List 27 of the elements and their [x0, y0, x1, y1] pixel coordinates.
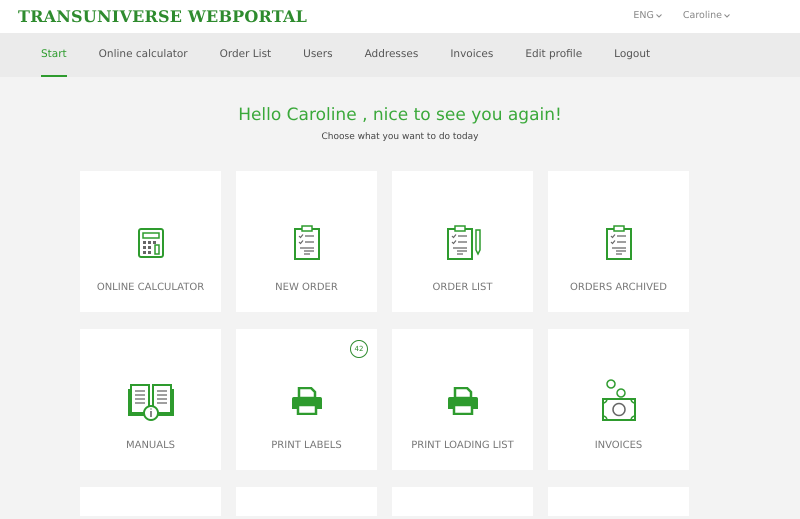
subtitle: Choose what you want to do today — [320, 130, 480, 144]
nav-tab[interactable]: Addresses — [364, 33, 418, 77]
menu-tile[interactable]: ORDER LIST — [392, 171, 533, 312]
nav-tab[interactable]: Start — [41, 33, 67, 77]
menu-tile[interactable]: ORDERS ARCHIVED — [548, 171, 689, 312]
printer-icon — [290, 387, 322, 415]
greeting-heading: Hello Caroline , nice to see you again! — [237, 104, 563, 127]
nav-tab[interactable]: Order List — [220, 33, 272, 77]
caret-icon — [724, 14, 730, 18]
nav-tab[interactable]: Users — [303, 33, 333, 77]
calculator-icon — [138, 228, 164, 258]
menu-tile[interactable]: MANUALS — [80, 329, 221, 470]
caret-icon — [656, 14, 662, 18]
menu-tile[interactable]: INVOICES — [548, 329, 689, 470]
menu-tile[interactable]: ONLINE CALCULATOR — [80, 171, 221, 312]
nav-tab[interactable]: Edit profile — [525, 33, 582, 77]
banknote-coins-icon — [600, 379, 636, 423]
menu-tile[interactable]: NEW ORDER — [236, 171, 377, 312]
printer-icon — [446, 387, 478, 415]
dropdown-menu[interactable]: ENG — [633, 9, 662, 24]
dropdown-menu[interactable]: Caroline — [682, 9, 730, 24]
book-icon — [128, 381, 174, 421]
nav-tab[interactable]: Logout — [614, 33, 650, 77]
nav-tab[interactable]: Online calculator — [98, 33, 188, 77]
nav-tab[interactable]: Invoices — [450, 33, 494, 77]
menu-tile[interactable]: PRINT LOADING LIST — [392, 329, 533, 470]
brand-title: TRANSUNIVERSE WEBPORTAL — [18, 6, 308, 28]
